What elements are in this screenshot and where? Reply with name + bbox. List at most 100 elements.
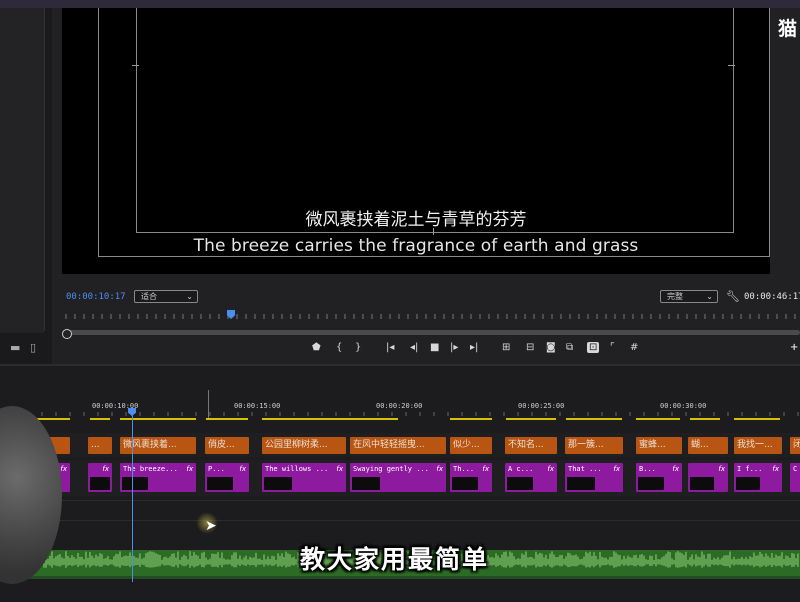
- clip-thumbnail: [264, 477, 292, 490]
- title-clip[interactable]: I f... fx: [734, 463, 782, 492]
- clip-thumbnail: [352, 477, 380, 490]
- project-panel-footer: ▬ ▯: [0, 335, 50, 361]
- clip-thumbnail: [122, 477, 148, 490]
- caption-clip[interactable]: 闭: [790, 437, 800, 454]
- clip-label: B...: [639, 465, 656, 473]
- clip-thumbnail: [207, 477, 233, 490]
- caption-clip[interactable]: 我找一...: [734, 437, 782, 454]
- trash-icon[interactable]: ▯: [30, 341, 36, 354]
- crop-icon[interactable]: ⌜: [610, 342, 615, 353]
- timeline-ruler[interactable]: 00:00:10:00 00:00:15:00 00:00:20:00 00:0…: [0, 396, 800, 426]
- work-area-bar[interactable]: [690, 418, 720, 420]
- clip-thumbnail: [690, 477, 714, 490]
- clip-label: Swaying gently ...: [353, 465, 429, 473]
- title-clip[interactable]: The willows ... fx: [262, 463, 346, 492]
- chevron-down-icon: ⌄: [186, 292, 193, 301]
- go-to-in-icon[interactable]: |◂: [386, 342, 394, 353]
- zoom-dropdown-value: 适合: [141, 292, 157, 301]
- caption-clip[interactable]: 在风中轻轻摇曳...: [350, 437, 446, 454]
- clip-label: P...: [208, 465, 225, 473]
- title-clip[interactable]: Th... fx: [450, 463, 492, 492]
- mouse-cursor-icon: ➤: [205, 518, 217, 534]
- work-area-bar[interactable]: [566, 418, 622, 420]
- quality-dropdown[interactable]: 完整 ⌄: [660, 290, 718, 303]
- zoom-scrollbar-handle[interactable]: [62, 329, 72, 339]
- work-area-bar[interactable]: [262, 418, 398, 420]
- fx-badge: fx: [239, 465, 246, 473]
- mark-in-icon[interactable]: {: [336, 342, 342, 353]
- video-caption-overlay: 教大家用最简单: [300, 545, 490, 574]
- title-clip[interactable]: That ... fx: [565, 463, 623, 492]
- project-panel[interactable]: [0, 8, 45, 333]
- caption-clip[interactable]: 那一簇...: [565, 437, 623, 454]
- fx-badge: fx: [186, 465, 193, 473]
- title-clip[interactable]: Swaying gently ... fx: [350, 463, 446, 492]
- title-safe-guide: [136, 8, 734, 233]
- fx-badge: fx: [772, 465, 779, 473]
- extract-icon[interactable]: ⊟: [526, 342, 534, 353]
- duration-timecode: 00:00:46:17: [744, 292, 800, 302]
- track-divider: [0, 520, 800, 521]
- clip-thumbnail: [638, 477, 664, 490]
- caption-clip[interactable]: 蝴...: [688, 437, 728, 454]
- add-icon[interactable]: +: [790, 342, 798, 353]
- current-timecode[interactable]: 00:00:10:17: [66, 292, 126, 302]
- title-clip[interactable]: P... fx: [205, 463, 249, 492]
- settings-wrench-icon[interactable]: 🔧︎: [726, 290, 740, 303]
- title-clip[interactable]: fx: [688, 463, 728, 492]
- fx-badge: fx: [336, 465, 343, 473]
- caption-clip[interactable]: 似少...: [450, 437, 492, 454]
- clip-thumbnail: [452, 477, 478, 490]
- timeline-playhead[interactable]: [132, 410, 133, 582]
- go-to-out-icon[interactable]: ▸|: [470, 342, 478, 353]
- step-back-icon[interactable]: ◂|: [410, 342, 418, 353]
- subtitle-english: The breeze carries the fragrance of eart…: [193, 236, 639, 256]
- caption-clip[interactable]: 公园里柳树柔...: [262, 437, 346, 454]
- marker-icon[interactable]: ⬟: [312, 342, 321, 353]
- work-area-bar[interactable]: [90, 418, 110, 420]
- fx-badge: fx: [672, 465, 679, 473]
- lift-icon[interactable]: ⊞: [502, 342, 510, 353]
- clip-label: The willows ...: [265, 465, 329, 473]
- zoom-scrollbar[interactable]: [62, 330, 800, 335]
- comparison-icon[interactable]: ⧉: [566, 342, 573, 353]
- work-area-bar[interactable]: [450, 418, 492, 420]
- quality-dropdown-value: 完整: [667, 292, 683, 301]
- transport-controls: ⬟ { } |◂ ◂| ■ |▸ ▸| ⊞ ⊟ ◙ ⧉ ⊡ ⌜ # +: [300, 342, 800, 358]
- fx-badge: fx: [482, 465, 489, 473]
- clip-label: A c...: [508, 465, 534, 473]
- audio-track-bottom: [0, 576, 800, 579]
- fx-badge: fx: [718, 465, 725, 473]
- caption-clip[interactable]: 俏皮...: [205, 437, 249, 454]
- work-area-bar[interactable]: [636, 418, 680, 420]
- work-area-bar[interactable]: [506, 418, 556, 420]
- fx-badge: fx: [613, 465, 620, 473]
- title-clip[interactable]: C: [790, 463, 800, 492]
- mini-time-ruler[interactable]: [62, 310, 800, 320]
- folder-icon[interactable]: ▬: [10, 341, 20, 354]
- zoom-dropdown[interactable]: 适合 ⌄: [134, 290, 198, 303]
- export-frame-icon[interactable]: ◙: [546, 342, 556, 353]
- fx-badge: fx: [102, 465, 109, 473]
- caption-clip[interactable]: 不知名...: [505, 437, 557, 454]
- clip-thumbnail: [567, 477, 595, 490]
- title-clip[interactable]: fx: [88, 463, 112, 492]
- title-clip[interactable]: B... fx: [636, 463, 682, 492]
- grid-icon[interactable]: #: [630, 342, 638, 353]
- fx-badge: fx: [436, 465, 443, 473]
- clip-thumbnail: [736, 477, 760, 490]
- work-area-bar[interactable]: [734, 418, 780, 420]
- chevron-down-icon: ⌄: [706, 292, 713, 301]
- mark-out-icon[interactable]: }: [355, 342, 361, 353]
- work-area-bar[interactable]: [206, 418, 248, 420]
- subtitle-chinese: 微风裹挟着泥土与青草的芬芳: [305, 210, 527, 230]
- caption-clip[interactable]: ...: [88, 437, 112, 454]
- safe-margins-icon[interactable]: ⊡: [587, 342, 600, 353]
- caption-clip[interactable]: 蜜蜂...: [636, 437, 682, 454]
- ruler-label: 00:00:20:00: [376, 402, 423, 410]
- watermark-logo: 猫: [778, 18, 798, 40]
- title-clip[interactable]: A c... fx: [505, 463, 557, 492]
- step-forward-icon[interactable]: |▸: [450, 342, 458, 353]
- stop-icon[interactable]: ■: [430, 342, 439, 353]
- edit-point-marker: [208, 390, 209, 418]
